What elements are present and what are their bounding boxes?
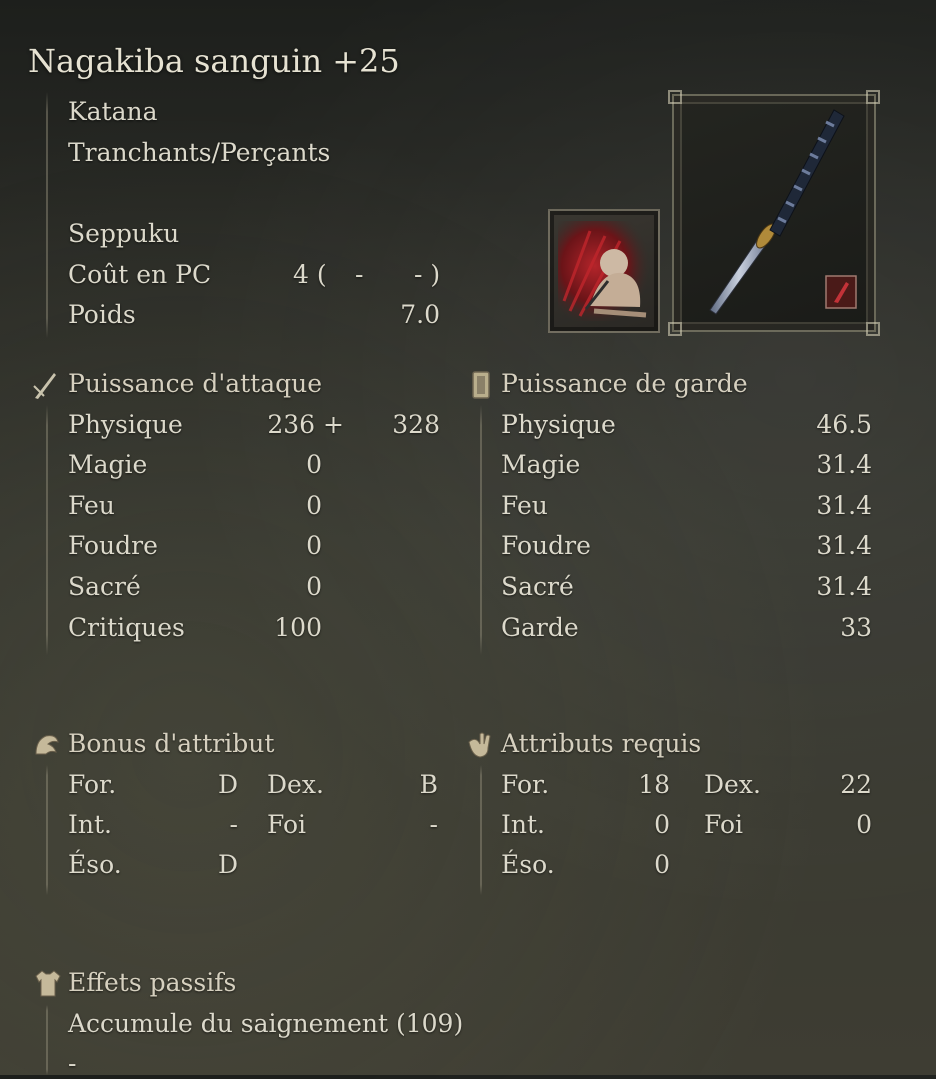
divider-line (46, 1005, 48, 1075)
weapon-image-frame[interactable] (668, 90, 880, 336)
weapon-type: Katana (68, 97, 158, 126)
req-int-label: Int. (501, 810, 545, 839)
scaling-title: Bonus d'attribut (68, 729, 275, 758)
divider-line (46, 92, 48, 338)
req-fai-value: 0 (856, 810, 872, 839)
scaling-arc-value: D (217, 850, 238, 879)
guard-value-fire: 31.4 (816, 491, 872, 520)
guard-value-lightning: 31.4 (816, 531, 872, 560)
scaling-dex-value: B (419, 770, 438, 799)
scaling-str-label: For. (68, 770, 117, 799)
attack-label-magic: Magie (68, 450, 148, 479)
attack-bonus-physical: 328 (392, 410, 440, 439)
requirements-title: Attributs requis (501, 729, 702, 758)
attack-label-physical: Physique (68, 410, 183, 439)
fp-cost-value: 4 ( (293, 260, 327, 289)
attack-label-holy: Sacré (68, 572, 141, 601)
attack-value-magic: 0 (306, 450, 322, 479)
req-int-value: 0 (654, 810, 670, 839)
frame-corner (668, 322, 682, 336)
scaling-arc-label: Éso. (68, 850, 122, 879)
attack-label-critical: Critiques (68, 613, 185, 642)
scaling-int-value: - (229, 810, 238, 839)
req-str-label: For. (501, 770, 550, 799)
blood-affinity-icon (826, 276, 856, 308)
weight-label: Poids (68, 300, 136, 329)
req-dex-label: Dex. (704, 770, 761, 799)
guard-value-physical: 46.5 (816, 410, 872, 439)
arm-icon (32, 730, 59, 756)
passive-title: Effets passifs (68, 968, 237, 997)
seppuku-skill-icon (558, 221, 650, 321)
guard-label-magic: Magie (501, 450, 581, 479)
attack-value-holy: 0 (306, 572, 322, 601)
divider-line (46, 765, 48, 895)
divider-line (480, 405, 482, 655)
shield-icon (470, 370, 496, 399)
req-arc-label: Éso. (501, 850, 555, 879)
frame-corner (866, 322, 880, 336)
scaling-dex-label: Dex. (267, 770, 324, 799)
skill-icon-frame[interactable] (548, 209, 660, 333)
fp-cost-mid: - (355, 260, 364, 289)
guard-value-boost: 33 (840, 613, 872, 642)
req-fai-label: Foi (704, 810, 744, 839)
req-arc-value: 0 (654, 850, 670, 879)
hand-icon (466, 730, 492, 758)
guard-label-physical: Physique (501, 410, 616, 439)
attack-value-lightning: 0 (306, 531, 322, 560)
weight-value: 7.0 (400, 300, 440, 329)
attack-value-critical: 100 (274, 613, 322, 642)
fp-cost-end: - ) (414, 260, 441, 289)
guard-value-magic: 31.4 (816, 450, 872, 479)
attack-title: Puissance d'attaque (68, 369, 323, 398)
req-str-value: 18 (638, 770, 670, 799)
divider-line (46, 405, 48, 655)
guard-label-fire: Feu (501, 491, 548, 520)
guard-label-lightning: Foudre (501, 531, 591, 560)
damage-type: Tranchants/Perçants (68, 138, 331, 167)
armor-icon (32, 968, 61, 997)
fp-cost-label: Coût en PC (68, 260, 212, 289)
weapon-name: Nagakiba sanguin +25 (28, 42, 400, 80)
guard-value-holy: 31.4 (816, 572, 872, 601)
attack-label-lightning: Foudre (68, 531, 158, 560)
scaling-fai-value: - (429, 810, 438, 839)
attack-value-physical: 236 + (267, 410, 344, 439)
scaling-int-label: Int. (68, 810, 112, 839)
req-dex-value: 22 (840, 770, 872, 799)
guard-title: Puissance de garde (501, 369, 748, 398)
passive-effect-1: Accumule du saignement (109) (68, 1009, 464, 1038)
scaling-str-value: D (217, 770, 238, 799)
attack-label-fire: Feu (68, 491, 115, 520)
guard-label-boost: Garde (501, 613, 579, 642)
divider-line (480, 765, 482, 895)
frame-corner (668, 90, 682, 104)
sword-icon (32, 370, 58, 399)
scaling-fai-label: Foi (267, 810, 307, 839)
attack-value-fire: 0 (306, 491, 322, 520)
skill-name: Seppuku (68, 219, 180, 248)
guard-label-holy: Sacré (501, 572, 574, 601)
frame-corner (866, 90, 880, 104)
